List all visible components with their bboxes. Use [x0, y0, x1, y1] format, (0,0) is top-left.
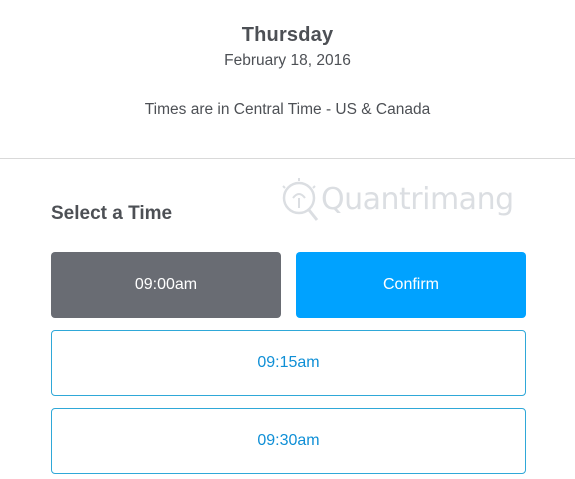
time-slot[interactable]: 09:30am [51, 408, 526, 474]
date-header: Thursday February 18, 2016 Times are in … [0, 0, 575, 158]
time-slot[interactable]: 09:15am [51, 330, 526, 396]
header-divider [0, 158, 575, 159]
section-title: Select a Time [51, 203, 173, 224]
lightbulb-icon [282, 178, 319, 221]
date-subtitle: February 18, 2016 [224, 52, 351, 69]
watermark-text: Quantrimang [321, 182, 514, 217]
day-title: Thursday [241, 24, 334, 46]
timezone-note: Times are in Central Time - US & Canada [144, 101, 431, 118]
scheduling-page: Thursday February 18, 2016 Times are in … [0, 0, 575, 479]
time-slot-selected[interactable]: 09:00am [51, 252, 281, 318]
watermark-logo: Quantrimang [277, 176, 514, 224]
confirm-button[interactable]: Confirm [296, 252, 526, 318]
